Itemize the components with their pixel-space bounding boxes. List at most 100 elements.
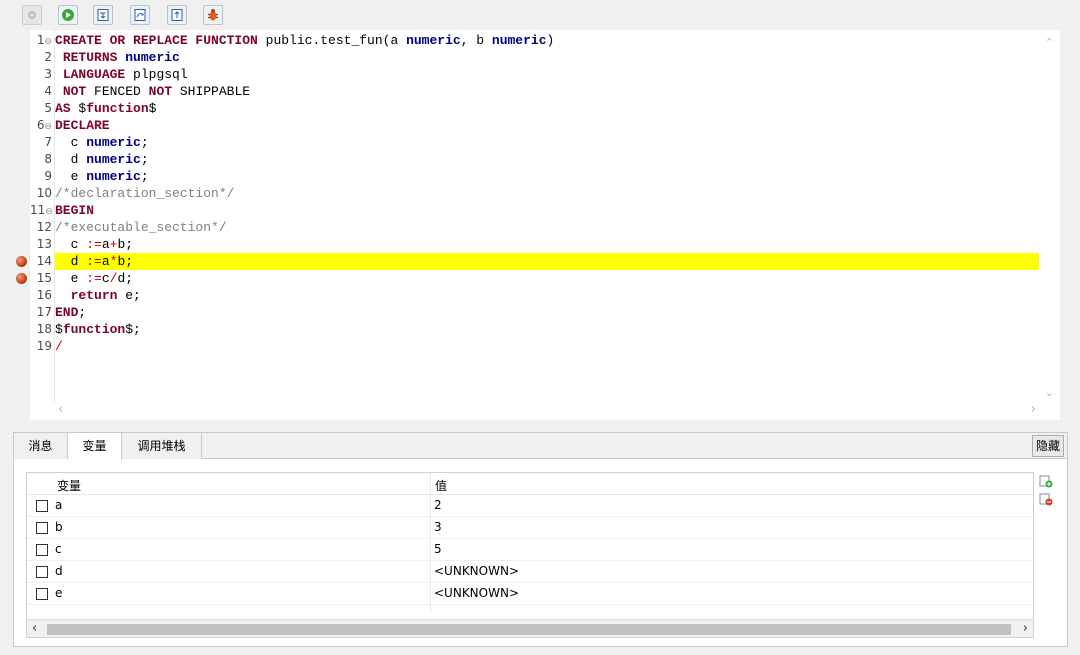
variable-value: <UNKNOWN> [434,586,520,600]
table-row[interactable]: a2 [27,495,1033,517]
table-header: 变量 值 [27,473,1033,495]
debug-bug-icon [207,9,219,21]
tab-call-stack[interactable]: 调用堆栈 [122,433,202,459]
code-line[interactable]: /*declaration_section*/ [55,185,234,202]
line-number: 18 [36,322,52,336]
line-number: 10 [36,186,52,200]
code-line[interactable]: return e; [55,287,141,304]
code-line[interactable]: c numeric; [55,134,149,151]
remove-watch-icon[interactable] [1039,492,1053,506]
code-area[interactable]: CREATE OR REPLACE FUNCTION public.test_f… [55,30,1044,400]
row-checkbox[interactable] [36,566,48,578]
code-line[interactable]: CREATE OR REPLACE FUNCTION public.test_f… [55,32,554,49]
sql-editor[interactable]: 1⊖ 2 3 4 5 6⊖ 7 8 9 10 11⊖ 12 13 14 15 16 17 18 19 CREATE … [16,30,1060,408]
fold-toggle-icon[interactable]: ⊖ [44,122,52,132]
line-number: 4 [44,84,52,98]
code-line[interactable]: LANGUAGE plpgsql [55,66,188,83]
step-into-icon [97,9,109,21]
variable-value: <UNKNOWN> [434,564,520,578]
variable-name: d [55,564,63,578]
current-line[interactable]: d :=a*b; [55,253,1039,270]
line-number: 6⊖ [36,118,52,132]
step-out-button[interactable] [167,5,187,25]
code-line[interactable]: $function$; [55,321,141,338]
debug-toolbar [0,0,1080,30]
scrollbar-thumb[interactable] [47,624,1011,635]
scroll-right-arrow-icon[interactable]: › [1031,402,1036,417]
breakpoint-icon[interactable] [16,256,27,267]
table-row[interactable]: b3 [27,517,1033,539]
scroll-right-arrow-icon[interactable]: › [1023,621,1028,636]
line-number: 19 [36,339,52,353]
column-header-value[interactable]: 值 [435,477,447,494]
row-checkbox[interactable] [36,588,48,600]
code-line[interactable]: DECLARE [55,117,110,134]
run-icon [62,9,74,21]
row-checkbox[interactable] [36,544,48,556]
settings-icon [28,11,36,19]
code-line[interactable]: / [55,338,63,355]
code-line[interactable]: /*executable_section*/ [55,219,227,236]
code-line[interactable]: END; [55,304,86,321]
line-number: 9 [44,169,52,183]
code-line[interactable]: c :=a+b; [55,236,133,253]
scroll-left-arrow-icon[interactable]: ‹ [32,621,37,636]
table-horizontal-scrollbar[interactable]: ‹ › [27,619,1033,637]
row-checkbox[interactable] [36,500,48,512]
step-out-icon [171,9,183,21]
code-line[interactable]: BEGIN [55,202,94,219]
debug-bug-button[interactable] [203,5,223,25]
line-number: 1⊖ [36,33,52,47]
fold-toggle-icon[interactable]: ⊖ [45,207,53,217]
variable-value: 3 [434,520,442,534]
step-over-icon [134,9,146,21]
add-watch-icon[interactable] [1039,474,1053,488]
line-number: 2 [44,50,52,64]
run-button[interactable] [58,5,78,25]
fold-toggle-icon[interactable]: ⊖ [44,37,52,47]
code-line[interactable]: e numeric; [55,168,149,185]
variable-name: a [55,498,63,512]
editor-horizontal-scrollbar[interactable]: ‹ › [30,402,1060,420]
scroll-down-arrow-icon[interactable]: ⌄ [1045,386,1054,399]
settings-button[interactable] [22,5,42,25]
debug-panel: 消息 变量 调用堆栈 隐藏 变量 值 a 2 b 3 c 5 d <UNKNOWN> e <UNK… [13,432,1068,647]
scroll-up-arrow-icon[interactable]: ⌃ [1045,36,1054,49]
scroll-left-arrow-icon[interactable]: ‹ [58,402,63,417]
line-number-gutter[interactable]: 1⊖ 2 3 4 5 6⊖ 7 8 9 10 11⊖ 12 13 14 15 16 17 18 19 [16,30,55,408]
table-row[interactable]: c5 [27,539,1033,561]
code-line[interactable]: RETURNS numeric [55,49,180,66]
line-number: 14 [36,254,52,268]
tab-messages[interactable]: 消息 [14,433,68,459]
line-number: 11⊖ [30,203,53,217]
table-row[interactable]: d <UNKNOWN> [27,561,1033,583]
hide-button[interactable]: 隐藏 [1032,435,1064,457]
variable-value: 5 [434,542,442,556]
step-into-button[interactable] [93,5,113,25]
line-number: 3 [44,67,52,81]
line-number: 7 [44,135,52,149]
line-number: 12 [36,220,52,234]
step-over-button[interactable] [130,5,150,25]
code-line[interactable]: AS $function$ [55,100,156,117]
code-line[interactable]: d numeric; [55,151,149,168]
panel-tabs: 消息 变量 调用堆栈 隐藏 [14,433,1067,460]
variable-value: 2 [434,498,442,512]
line-number: 15 [36,271,52,285]
code-line[interactable]: NOT FENCED NOT SHIPPABLE [55,83,250,100]
row-checkbox[interactable] [36,522,48,534]
line-number: 17 [36,305,52,319]
variable-name: e [55,586,63,600]
breakpoint-icon[interactable] [16,273,27,284]
line-number: 16 [36,288,52,302]
variable-name: b [55,520,63,534]
variables-table: 变量 值 a 2 b 3 c 5 d <UNKNOWN> e <UNKNOWN> ‹ › [26,472,1034,638]
variable-name: c [55,542,62,556]
tab-variables[interactable]: 变量 [68,433,122,460]
line-number: 5 [44,101,52,115]
line-number: 13 [36,237,52,251]
code-line[interactable]: e :=c/d; [55,270,133,287]
table-row[interactable]: e <UNKNOWN> [27,583,1033,605]
column-header-variable[interactable]: 变量 [57,477,81,494]
line-number: 8 [44,152,52,166]
